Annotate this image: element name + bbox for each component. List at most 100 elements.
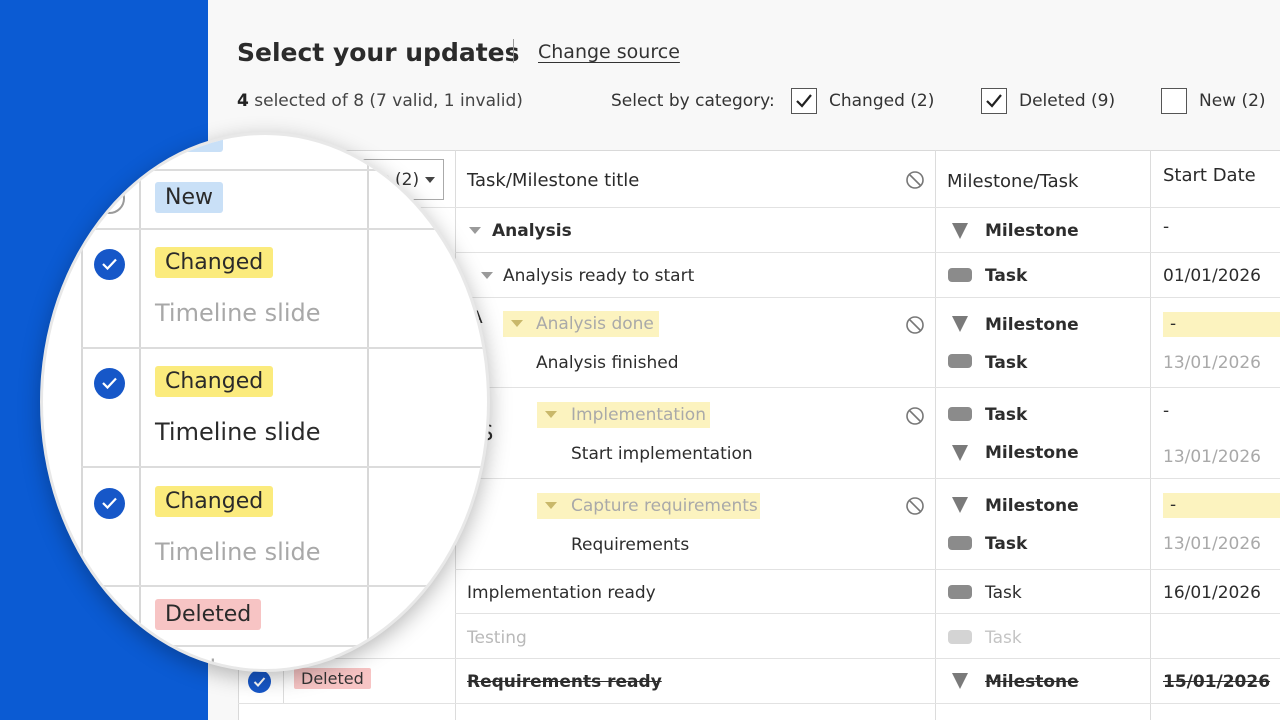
collapse-caret-icon[interactable] [545, 502, 557, 509]
page-title: Select your updates [237, 38, 520, 67]
row-type-new: Task [985, 534, 1028, 554]
row-start-old: - [1163, 401, 1170, 421]
milestone-icon [952, 316, 968, 332]
category-changed-label: Changed (2) [829, 91, 935, 111]
magnified-row-divider [81, 169, 487, 171]
category-deleted-label: Deleted (9) [1019, 91, 1116, 111]
row-type-old: Task [985, 405, 1028, 425]
row-divider [455, 387, 1280, 388]
row-type-new: Task [985, 353, 1028, 373]
magnified-row-divider [81, 645, 487, 647]
collapse-caret-icon[interactable] [481, 272, 493, 279]
row-type: Task [985, 628, 1022, 648]
invalid-icon [906, 407, 924, 425]
status-badge-deleted: Deleted [155, 599, 262, 630]
row-start-date: 15/01/2026 [1163, 672, 1271, 692]
row-start-date: - [1163, 217, 1170, 237]
row-start-new: 13/01/2026 [1163, 353, 1261, 373]
checkbox-unchecked-icon [1161, 88, 1187, 114]
old-value-highlight [1163, 312, 1280, 337]
row-start-new: 13/01/2026 [1163, 534, 1261, 554]
status-badge-changed: Changed [155, 486, 274, 517]
row-title-old: Analysis done [536, 314, 654, 334]
column-header-start-date[interactable]: Start Date [1163, 165, 1256, 186]
collapse-caret-icon[interactable] [511, 320, 523, 327]
row-type: Task [985, 266, 1028, 286]
invalid-icon [906, 171, 924, 189]
row-start-date: 16/01/2026 [1163, 583, 1261, 603]
checkbox-checked-icon [791, 88, 817, 114]
magnified-row-divider [81, 466, 487, 468]
milestone-icon [952, 497, 968, 513]
category-new-label: New (2) [1199, 91, 1266, 111]
status-badge-new: New [155, 182, 223, 213]
magnified-row-divider [81, 347, 487, 349]
row-selected-checkbox[interactable] [248, 670, 271, 693]
magnified-row-divider [81, 585, 487, 587]
magnified-column-divider [81, 135, 83, 669]
status-badge-changed: Changed [155, 366, 274, 397]
row-type-old: Milestone [985, 315, 1079, 335]
category-new-checkbox[interactable]: New (2) [1161, 88, 1266, 114]
title-divider [513, 39, 514, 63]
row-start-date: 01/01/2026 [1163, 266, 1261, 286]
row-type-new: Milestone [985, 443, 1079, 463]
magnifier-lens: New New Changed Timeline slide Changed T… [40, 132, 490, 672]
task-icon [948, 630, 972, 644]
task-icon [948, 536, 972, 550]
milestone-icon [952, 223, 968, 239]
row-title-new: Start implementation [571, 444, 753, 464]
row-title: Requirements ready [467, 672, 662, 692]
column-header-title[interactable]: Task/Milestone title [467, 170, 639, 191]
task-icon [948, 585, 972, 599]
task-icon [948, 268, 972, 282]
row-type: Milestone [985, 221, 1079, 241]
chevron-down-icon [425, 177, 435, 183]
row-select-radio[interactable] [94, 600, 125, 631]
source-label: Timeline slide [155, 418, 321, 446]
task-icon [948, 354, 972, 368]
milestone-icon [952, 673, 968, 689]
selection-summary: selected of 8 (7 valid, 1 invalid) [254, 91, 523, 111]
milestone-icon [952, 445, 968, 461]
row-title: Analysis [492, 221, 572, 241]
row-type: Milestone [985, 672, 1079, 692]
column-divider [1150, 150, 1151, 720]
row-title-new: Requirements [571, 535, 690, 555]
selected-count: 4 [237, 91, 249, 111]
status-badge-new: New [155, 135, 223, 152]
change-source-link[interactable]: Change source [538, 41, 680, 63]
row-divider [455, 613, 1280, 614]
category-changed-checkbox[interactable]: Changed (2) [791, 88, 934, 114]
row-title-new: Analysis finished [536, 353, 679, 373]
source-label: Timeline slide [155, 538, 321, 566]
category-label: Select by category: [611, 91, 775, 111]
category-deleted-checkbox[interactable]: Deleted (9) [981, 88, 1115, 114]
row-title: Analysis ready to start [503, 266, 695, 286]
row-type: Task [985, 583, 1022, 603]
collapse-caret-icon[interactable] [545, 411, 557, 418]
row-select-radio-checked[interactable] [94, 249, 125, 280]
magnified-row-divider [81, 228, 487, 230]
row-title-old: Implementation [571, 405, 706, 425]
row-divider [455, 297, 1280, 298]
status-badge-deleted: Deleted [294, 668, 371, 689]
old-value-highlight [1163, 493, 1280, 518]
status-badge-changed: Changed [155, 247, 274, 278]
row-divider [455, 478, 1280, 479]
column-header-type[interactable]: Milestone/Task [947, 171, 1078, 192]
row-select-radio-checked[interactable] [94, 488, 125, 519]
row-start-new: 13/01/2026 [1163, 447, 1261, 467]
checkbox-checked-icon [981, 88, 1007, 114]
magnified-column-divider [367, 135, 369, 669]
task-icon [948, 407, 972, 421]
row-select-radio[interactable] [94, 183, 125, 214]
row-start-old: - [1170, 314, 1177, 334]
row-select-radio-checked[interactable] [94, 368, 125, 399]
column-divider [935, 150, 936, 720]
row-title: Implementation ready [467, 583, 656, 603]
invalid-icon [906, 497, 924, 515]
row-divider [238, 658, 1280, 659]
selection-status: 4 selected of 8 (7 valid, 1 invalid) [237, 91, 523, 111]
row-start-old: - [1170, 495, 1177, 515]
